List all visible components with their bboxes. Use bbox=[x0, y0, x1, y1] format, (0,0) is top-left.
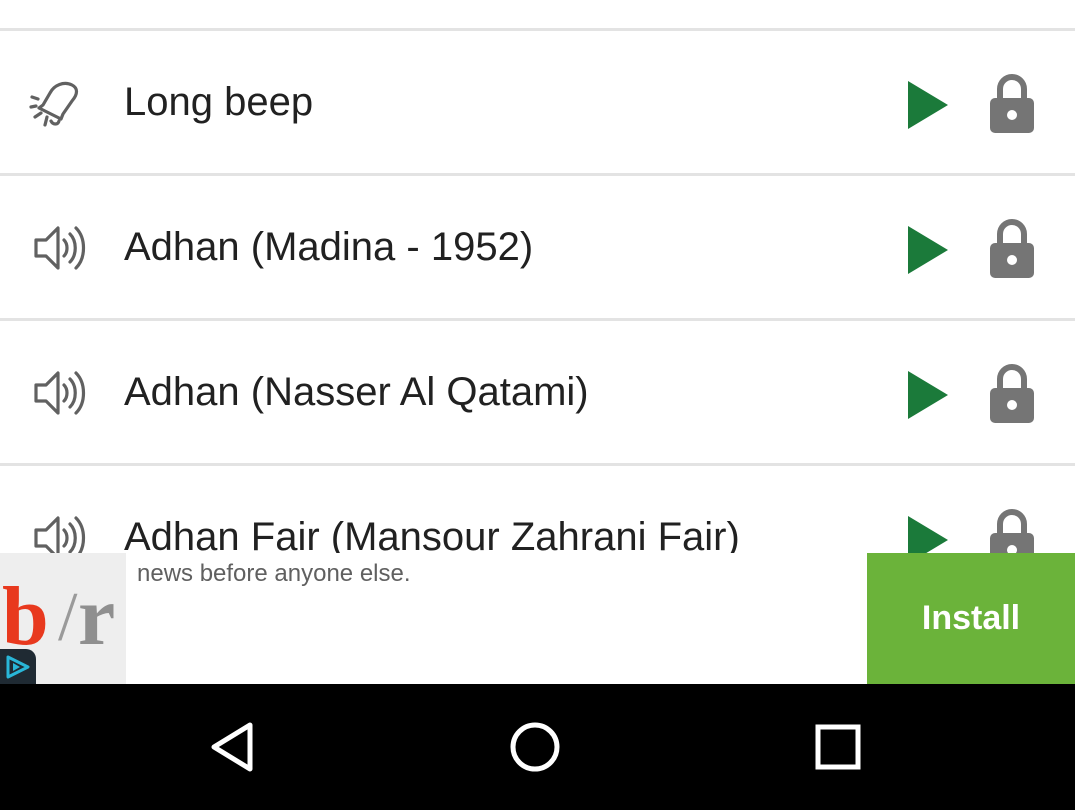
list-item[interactable]: Long beep bbox=[0, 31, 1075, 173]
list-item[interactable]: Adhan (Madina - 1952) bbox=[0, 176, 1075, 318]
home-icon[interactable] bbox=[505, 717, 565, 777]
ad-logo-slash: / bbox=[58, 579, 78, 656]
ad-logo[interactable]: b / r bbox=[0, 553, 126, 684]
install-button[interactable]: Install bbox=[867, 553, 1075, 684]
lock-icon[interactable] bbox=[984, 361, 1040, 425]
ad-logo-letter-b: b bbox=[2, 570, 49, 663]
ad-banner[interactable]: b / r news before anyone else. Install bbox=[0, 553, 1075, 684]
list-item[interactable]: Adhan Fair (Mansour Zahrani Fair) bbox=[0, 466, 1075, 553]
list-item-label: Adhan (Madina - 1952) bbox=[124, 225, 534, 269]
lock-icon[interactable] bbox=[984, 71, 1040, 135]
lock-icon[interactable] bbox=[984, 216, 1040, 280]
back-icon[interactable] bbox=[202, 717, 262, 777]
play-icon[interactable] bbox=[900, 367, 956, 423]
app-screen: Long beep Adhan (Madina - 1952) Adhan (N… bbox=[0, 0, 1075, 810]
list-item-label: Adhan (Nasser Al Qatami) bbox=[124, 370, 589, 414]
speaker-icon bbox=[28, 220, 88, 276]
recents-icon[interactable] bbox=[808, 717, 868, 777]
list-item-label: Adhan Fair (Mansour Zahrani Fair) bbox=[124, 515, 740, 553]
lock-icon[interactable] bbox=[984, 506, 1040, 553]
speaker-icon bbox=[28, 510, 88, 553]
list-item[interactable]: Adhan (Nasser Al Qatami) bbox=[0, 321, 1075, 463]
bell-ringing-icon bbox=[28, 75, 88, 131]
play-icon[interactable] bbox=[900, 77, 956, 133]
navigation-bar bbox=[0, 684, 1075, 810]
play-icon[interactable] bbox=[900, 512, 956, 553]
adchoices-icon[interactable] bbox=[0, 649, 36, 684]
ad-logo-letter-r: r bbox=[78, 570, 116, 663]
play-icon[interactable] bbox=[900, 222, 956, 278]
ad-text: news before anyone else. bbox=[137, 560, 411, 587]
speaker-icon bbox=[28, 365, 88, 421]
list-item-label: Long beep bbox=[124, 80, 314, 124]
sound-list: Long beep Adhan (Madina - 1952) Adhan (N… bbox=[0, 0, 1075, 553]
